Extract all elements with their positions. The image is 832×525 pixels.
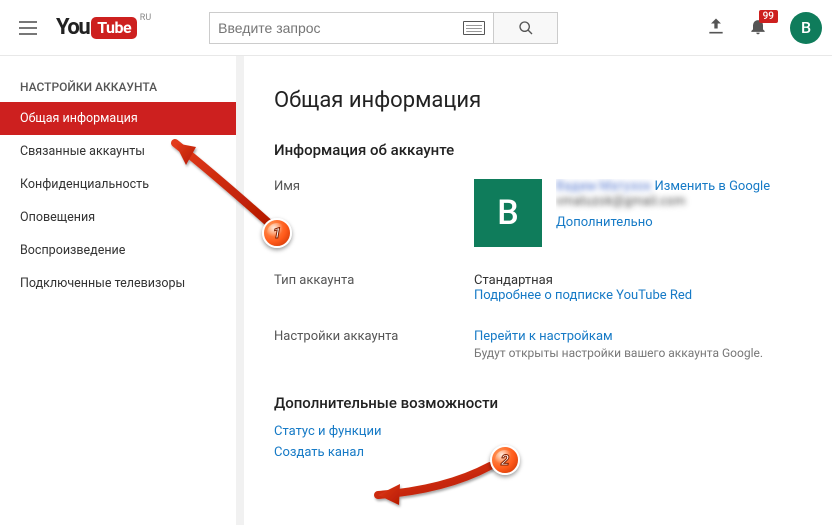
keyboard-icon[interactable] [463,21,485,35]
search-form [209,12,558,44]
sidebar-item-tvs[interactable]: Подключенные телевизоры [0,267,236,300]
page-title: Общая информация [274,88,802,113]
status-features-link[interactable]: Статус и функции [274,424,802,439]
label-settings: Настройки аккаунта [274,329,474,360]
menu-icon[interactable] [16,16,40,40]
main-content: Общая информация Информация об аккаунте … [244,56,832,525]
upload-button[interactable] [706,16,726,40]
logo-country-code: RU [140,13,151,23]
row-settings: Настройки аккаунта Перейти к настройкам … [274,329,802,360]
section-extra: Дополнительные возможности [274,394,802,412]
display-name: Вадим Матузок [556,179,651,194]
sidebar-item-overview[interactable]: Общая информация [0,102,236,135]
sidebar-item-privacy[interactable]: Конфиденциальность [0,168,236,201]
logo-text-you: You [56,15,89,40]
avatar[interactable]: В [790,12,822,44]
section-account-info: Информация об аккаунте [274,141,802,159]
edit-in-google-link[interactable]: Изменить в Google [654,179,770,194]
settings-hint: Будут открыты настройки вашего аккаунта … [474,346,802,360]
search-input[interactable] [218,20,459,36]
sidebar-heading: НАСТРОЙКИ АККАУНТА [0,72,236,102]
more-link[interactable]: Дополнительно [556,215,653,230]
create-channel-link[interactable]: Создать канал [274,445,802,460]
row-type: Тип аккаунта Стандартная Подробнее о под… [274,273,802,303]
value-settings: Перейти к настройкам Будут открыты настр… [474,329,802,360]
header-actions: 99 В [706,12,822,44]
account-type-value: Стандартная [474,273,802,288]
sidebar-item-linked[interactable]: Связанные аккаунты [0,135,236,168]
notifications-button[interactable]: 99 [748,16,768,40]
label-type: Тип аккаунта [274,273,474,303]
sidebar-item-notifications[interactable]: Оповещения [0,201,236,234]
go-to-settings-link[interactable]: Перейти к настройкам [474,329,613,344]
label-name: Имя [274,179,474,247]
youtube-red-link[interactable]: Подробнее о подписке YouTube Red [474,288,692,303]
youtube-logo[interactable]: You Tube RU [56,15,137,40]
row-name: Имя В Вадим Матузок Изменить в Google vm… [274,179,802,247]
value-name: В Вадим Матузок Изменить в Google vmatuz… [474,179,802,247]
upload-icon [706,16,726,36]
account-email: vmatuzok@gmail.com [556,194,685,209]
page-body: НАСТРОЙКИ АККАУНТА Общая информация Связ… [0,56,832,525]
logo-tube-badge: Tube [91,17,137,39]
sidebar-item-playback[interactable]: Воспроизведение [0,234,236,267]
profile-avatar[interactable]: В [474,179,542,247]
extra-links: Статус и функции Создать канал [274,424,802,460]
value-type: Стандартная Подробнее о подписке YouTube… [474,273,802,303]
search-box[interactable] [209,12,494,44]
app-header: You Tube RU 99 В [0,0,832,56]
search-button[interactable] [494,12,558,44]
logo-text-tube: Tube [97,18,131,37]
sidebar: НАСТРОЙКИ АККАУНТА Общая информация Связ… [0,56,236,525]
search-icon [518,20,534,36]
notification-badge: 99 [759,10,778,23]
